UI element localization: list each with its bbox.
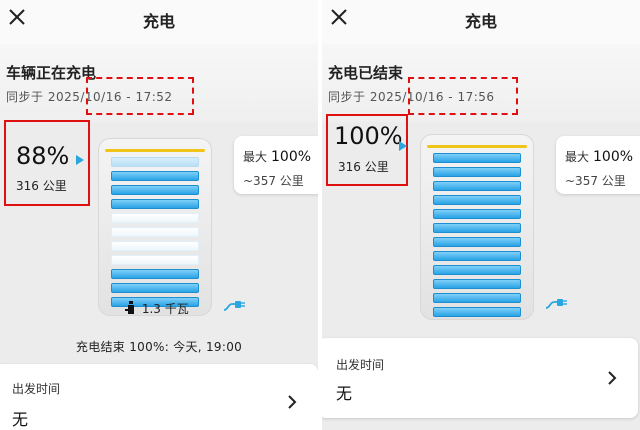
battery-info-box: 100% 316 公里	[326, 114, 408, 186]
max-label: 最大 100%	[565, 149, 634, 165]
departure-time-card[interactable]: 出发时间 无	[322, 338, 638, 418]
battery-cell	[111, 213, 199, 223]
chevron-right-icon[interactable]	[286, 394, 298, 410]
battery-cell	[433, 265, 521, 275]
max-label: 最大 100%	[243, 149, 312, 165]
departure-value: 无	[336, 384, 353, 403]
battery-cell	[433, 223, 521, 233]
battery-percent: 88%	[16, 142, 70, 170]
battery-percent: 100%	[334, 122, 403, 150]
battery-range: 316 公里	[16, 179, 67, 193]
battery-cell	[433, 307, 521, 317]
battery-top-indicator	[105, 149, 205, 152]
page-title: 充电	[142, 12, 175, 31]
max-range: ~357 公里	[243, 174, 304, 188]
plug-icon	[545, 299, 567, 309]
departure-time-card[interactable]: 出发时间 无	[0, 364, 318, 430]
charging-power: 1.3 千瓦	[124, 300, 189, 317]
battery-cell	[433, 293, 521, 303]
charging-status: 充电已结束	[328, 64, 404, 82]
battery-cell	[111, 185, 199, 195]
max-charge-card[interactable]: 最大 100% ~357 公里	[234, 136, 318, 194]
pointer-arrow-icon	[399, 141, 407, 151]
battery-graphic	[98, 138, 212, 316]
sync-time-highlight	[408, 77, 518, 115]
charge-finish-time: 充电结束 100%: 今天, 19:00	[75, 340, 243, 354]
battery-cell	[433, 237, 521, 247]
battery-cell	[433, 209, 521, 219]
departure-label: 出发时间	[336, 358, 385, 372]
chevron-right-icon[interactable]	[606, 370, 618, 386]
battery-cell	[111, 283, 199, 293]
battery-cell	[111, 255, 199, 265]
page-title: 充电	[464, 12, 497, 31]
battery-cell	[433, 279, 521, 289]
left-screenshot-panel: 充电 车辆正在充电 同步于 2025/10/16 - 17:52 88% 316…	[0, 0, 318, 430]
right-screenshot-panel: 充电 充电已结束 同步于 2025/10/16 - 17:56 100% 316…	[322, 0, 640, 430]
battery-graphic	[420, 134, 534, 320]
top-bar: 充电	[0, 0, 318, 44]
charger-icon	[125, 301, 134, 314]
departure-value: 无	[12, 410, 29, 429]
battery-cell	[111, 199, 199, 209]
battery-cell	[433, 181, 521, 191]
battery-cell	[111, 241, 199, 251]
plug-icon	[223, 301, 245, 311]
battery-cell	[111, 269, 199, 279]
battery-top-indicator	[427, 145, 527, 148]
battery-cell	[111, 157, 199, 167]
battery-cell	[433, 153, 521, 163]
battery-cell	[433, 167, 521, 177]
departure-label: 出发时间	[12, 382, 61, 396]
charging-status: 车辆正在充电	[6, 64, 97, 82]
battery-cell	[111, 171, 199, 181]
max-range: ~357 公里	[565, 174, 626, 188]
battery-cell	[111, 227, 199, 237]
sync-time-highlight	[86, 77, 194, 115]
max-charge-card[interactable]: 最大 100% ~357 公里	[556, 136, 640, 194]
battery-range: 316 公里	[338, 160, 389, 174]
battery-cell	[433, 251, 521, 261]
battery-cell	[433, 195, 521, 205]
pointer-arrow-icon	[76, 155, 84, 165]
top-bar: 充电	[322, 0, 640, 44]
